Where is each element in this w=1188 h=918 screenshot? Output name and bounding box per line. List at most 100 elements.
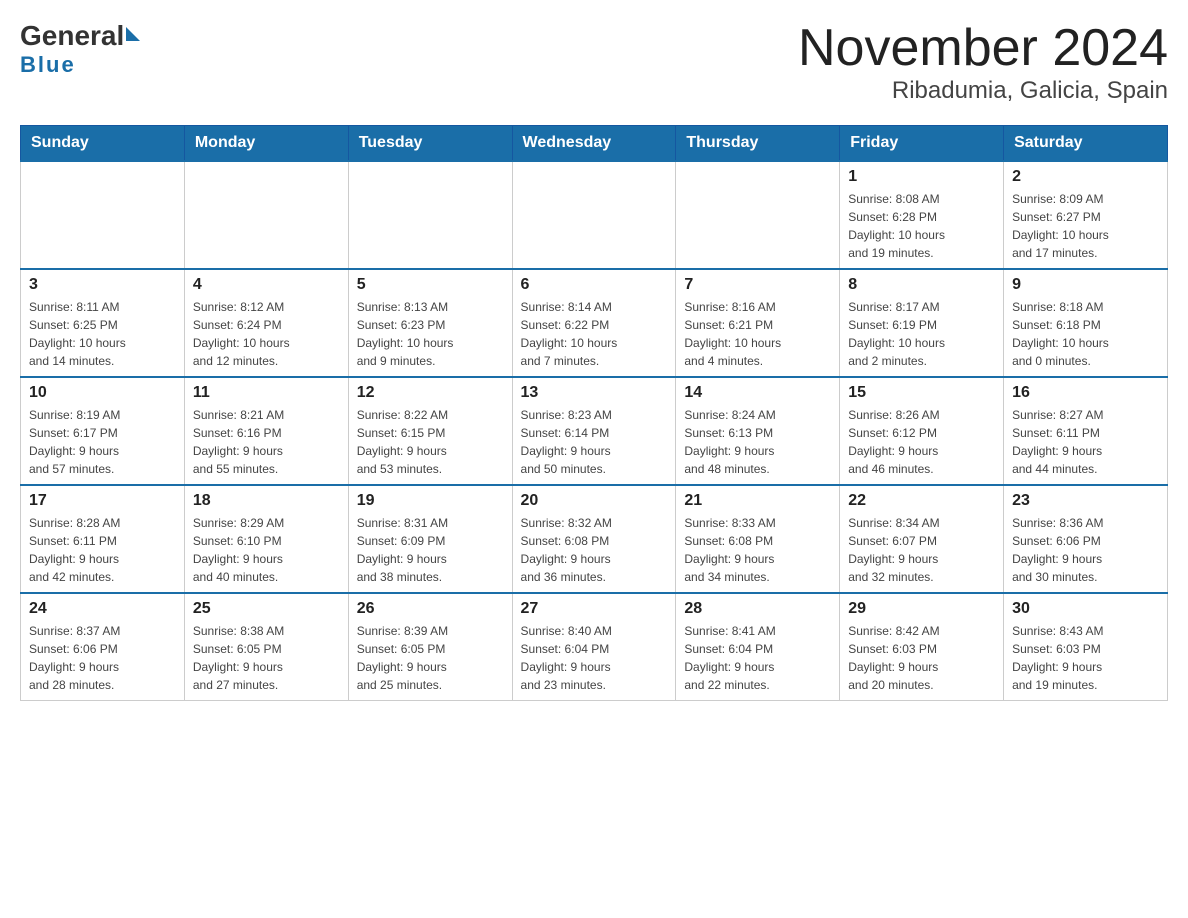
day-info: Sunrise: 8:19 AM Sunset: 6:17 PM Dayligh…	[29, 406, 176, 478]
day-info: Sunrise: 8:38 AM Sunset: 6:05 PM Dayligh…	[193, 622, 340, 694]
day-info: Sunrise: 8:41 AM Sunset: 6:04 PM Dayligh…	[684, 622, 831, 694]
day-number: 11	[193, 384, 340, 402]
calendar-cell: 2 Sunrise: 8:09 AM Sunset: 6:27 PM Daylig…	[1004, 161, 1168, 269]
day-number: 21	[684, 492, 831, 510]
calendar-cell: 19Sunrise: 8:31 AM Sunset: 6:09 PM Dayli…	[348, 485, 512, 593]
calendar-cell: 16 Sunrise: 8:27 AM Sunset: 6:11 PM Dayli…	[1004, 377, 1168, 485]
day-number: 18	[193, 492, 340, 510]
day-info: Sunrise: 8:21 AM Sunset: 6:16 PM Dayligh…	[193, 406, 340, 478]
day-number: 28	[684, 600, 831, 618]
calendar-cell: 26 Sunrise: 8:39 AM Sunset: 6:05 PM Dayli…	[348, 593, 512, 701]
day-number: 16	[1012, 384, 1159, 402]
day-number: 23	[1012, 492, 1159, 510]
calendar-table: SundayMondayTuesdayWednesdayThursdayFrid…	[20, 125, 1168, 701]
calendar-cell: 12 Sunrise: 8:22 AM Sunset: 6:15 PM Dayli…	[348, 377, 512, 485]
calendar-week-row: 24 Sunrise: 8:37 AM Sunset: 6:06 PM Dayli…	[21, 593, 1168, 701]
day-number: 9	[1012, 276, 1159, 294]
day-info: Sunrise: 8:42 AM Sunset: 6:03 PM Dayligh…	[848, 622, 995, 694]
day-number: 30	[1012, 600, 1159, 618]
day-info: Sunrise: 8:24 AM Sunset: 6:13 PM Dayligh…	[684, 406, 831, 478]
calendar-week-row: 1 Sunrise: 8:08 AM Sunset: 6:28 PM Daylig…	[21, 161, 1168, 269]
day-info: Sunrise: 8:43 AM Sunset: 6:03 PM Dayligh…	[1012, 622, 1159, 694]
day-info: Sunrise: 8:16 AM Sunset: 6:21 PM Dayligh…	[684, 298, 831, 370]
day-of-week-header: Sunday	[21, 126, 185, 162]
calendar-cell: 1 Sunrise: 8:08 AM Sunset: 6:28 PM Daylig…	[840, 161, 1004, 269]
calendar-cell	[21, 161, 185, 269]
day-number: 25	[193, 600, 340, 618]
calendar-cell: 5Sunrise: 8:13 AM Sunset: 6:23 PM Daylig…	[348, 269, 512, 377]
calendar-cell	[676, 161, 840, 269]
day-of-week-header: Thursday	[676, 126, 840, 162]
day-number: 5	[357, 276, 504, 294]
calendar-cell: 24 Sunrise: 8:37 AM Sunset: 6:06 PM Dayli…	[21, 593, 185, 701]
day-of-week-header: Saturday	[1004, 126, 1168, 162]
day-info: Sunrise: 8:11 AM Sunset: 6:25 PM Dayligh…	[29, 298, 176, 370]
day-number: 2	[1012, 168, 1159, 186]
calendar-cell: 29 Sunrise: 8:42 AM Sunset: 6:03 PM Dayli…	[840, 593, 1004, 701]
day-info: Sunrise: 8:33 AM Sunset: 6:08 PM Dayligh…	[684, 514, 831, 586]
logo-general: General	[20, 20, 140, 52]
logo-general-text: General	[20, 20, 124, 52]
day-info: Sunrise: 8:37 AM Sunset: 6:06 PM Dayligh…	[29, 622, 176, 694]
day-of-week-header: Wednesday	[512, 126, 676, 162]
calendar-cell: 6Sunrise: 8:14 AM Sunset: 6:22 PM Daylig…	[512, 269, 676, 377]
day-info: Sunrise: 8:12 AM Sunset: 6:24 PM Dayligh…	[193, 298, 340, 370]
calendar-cell: 8Sunrise: 8:17 AM Sunset: 6:19 PM Daylig…	[840, 269, 1004, 377]
day-number: 19	[357, 492, 504, 510]
day-number: 26	[357, 600, 504, 618]
logo: General Blue	[20, 20, 140, 78]
day-of-week-header: Monday	[184, 126, 348, 162]
day-number: 10	[29, 384, 176, 402]
day-number: 22	[848, 492, 995, 510]
calendar-cell	[512, 161, 676, 269]
day-of-week-header: Friday	[840, 126, 1004, 162]
calendar-cell: 17Sunrise: 8:28 AM Sunset: 6:11 PM Dayli…	[21, 485, 185, 593]
day-number: 14	[684, 384, 831, 402]
calendar-cell: 14 Sunrise: 8:24 AM Sunset: 6:13 PM Dayli…	[676, 377, 840, 485]
day-info: Sunrise: 8:32 AM Sunset: 6:08 PM Dayligh…	[521, 514, 668, 586]
day-info: Sunrise: 8:09 AM Sunset: 6:27 PM Dayligh…	[1012, 190, 1159, 262]
day-number: 7	[684, 276, 831, 294]
day-number: 15	[848, 384, 995, 402]
logo-blue-text: Blue	[20, 52, 76, 78]
location-subtitle: Ribadumia, Galicia, Spain	[798, 77, 1168, 105]
calendar-week-row: 17Sunrise: 8:28 AM Sunset: 6:11 PM Dayli…	[21, 485, 1168, 593]
calendar-cell: 15 Sunrise: 8:26 AM Sunset: 6:12 PM Dayli…	[840, 377, 1004, 485]
day-number: 12	[357, 384, 504, 402]
calendar-cell: 28 Sunrise: 8:41 AM Sunset: 6:04 PM Dayli…	[676, 593, 840, 701]
day-number: 1	[848, 168, 995, 186]
calendar-cell: 10 Sunrise: 8:19 AM Sunset: 6:17 PM Dayli…	[21, 377, 185, 485]
page-header: General Blue November 2024 Ribadumia, Ga…	[20, 20, 1168, 105]
day-info: Sunrise: 8:39 AM Sunset: 6:05 PM Dayligh…	[357, 622, 504, 694]
day-number: 4	[193, 276, 340, 294]
month-year-title: November 2024	[798, 20, 1168, 77]
calendar-week-row: 10 Sunrise: 8:19 AM Sunset: 6:17 PM Dayli…	[21, 377, 1168, 485]
day-info: Sunrise: 8:26 AM Sunset: 6:12 PM Dayligh…	[848, 406, 995, 478]
day-info: Sunrise: 8:08 AM Sunset: 6:28 PM Dayligh…	[848, 190, 995, 262]
day-number: 3	[29, 276, 176, 294]
day-number: 24	[29, 600, 176, 618]
title-block: November 2024 Ribadumia, Galicia, Spain	[798, 20, 1168, 105]
calendar-cell: 27 Sunrise: 8:40 AM Sunset: 6:04 PM Dayli…	[512, 593, 676, 701]
calendar-cell: 11 Sunrise: 8:21 AM Sunset: 6:16 PM Dayli…	[184, 377, 348, 485]
day-info: Sunrise: 8:34 AM Sunset: 6:07 PM Dayligh…	[848, 514, 995, 586]
day-number: 27	[521, 600, 668, 618]
day-number: 29	[848, 600, 995, 618]
calendar-cell: 7 Sunrise: 8:16 AM Sunset: 6:21 PM Daylig…	[676, 269, 840, 377]
calendar-cell: 22 Sunrise: 8:34 AM Sunset: 6:07 PM Dayli…	[840, 485, 1004, 593]
day-number: 6	[521, 276, 668, 294]
day-of-week-header: Tuesday	[348, 126, 512, 162]
calendar-cell: 23Sunrise: 8:36 AM Sunset: 6:06 PM Dayli…	[1004, 485, 1168, 593]
day-info: Sunrise: 8:27 AM Sunset: 6:11 PM Dayligh…	[1012, 406, 1159, 478]
calendar-cell	[184, 161, 348, 269]
day-number: 13	[521, 384, 668, 402]
day-info: Sunrise: 8:28 AM Sunset: 6:11 PM Dayligh…	[29, 514, 176, 586]
day-info: Sunrise: 8:22 AM Sunset: 6:15 PM Dayligh…	[357, 406, 504, 478]
calendar-cell: 13 Sunrise: 8:23 AM Sunset: 6:14 PM Dayli…	[512, 377, 676, 485]
day-info: Sunrise: 8:40 AM Sunset: 6:04 PM Dayligh…	[521, 622, 668, 694]
calendar-cell: 20Sunrise: 8:32 AM Sunset: 6:08 PM Dayli…	[512, 485, 676, 593]
day-info: Sunrise: 8:29 AM Sunset: 6:10 PM Dayligh…	[193, 514, 340, 586]
calendar-cell: 25 Sunrise: 8:38 AM Sunset: 6:05 PM Dayli…	[184, 593, 348, 701]
calendar-header-row: SundayMondayTuesdayWednesdayThursdayFrid…	[21, 126, 1168, 162]
day-info: Sunrise: 8:23 AM Sunset: 6:14 PM Dayligh…	[521, 406, 668, 478]
